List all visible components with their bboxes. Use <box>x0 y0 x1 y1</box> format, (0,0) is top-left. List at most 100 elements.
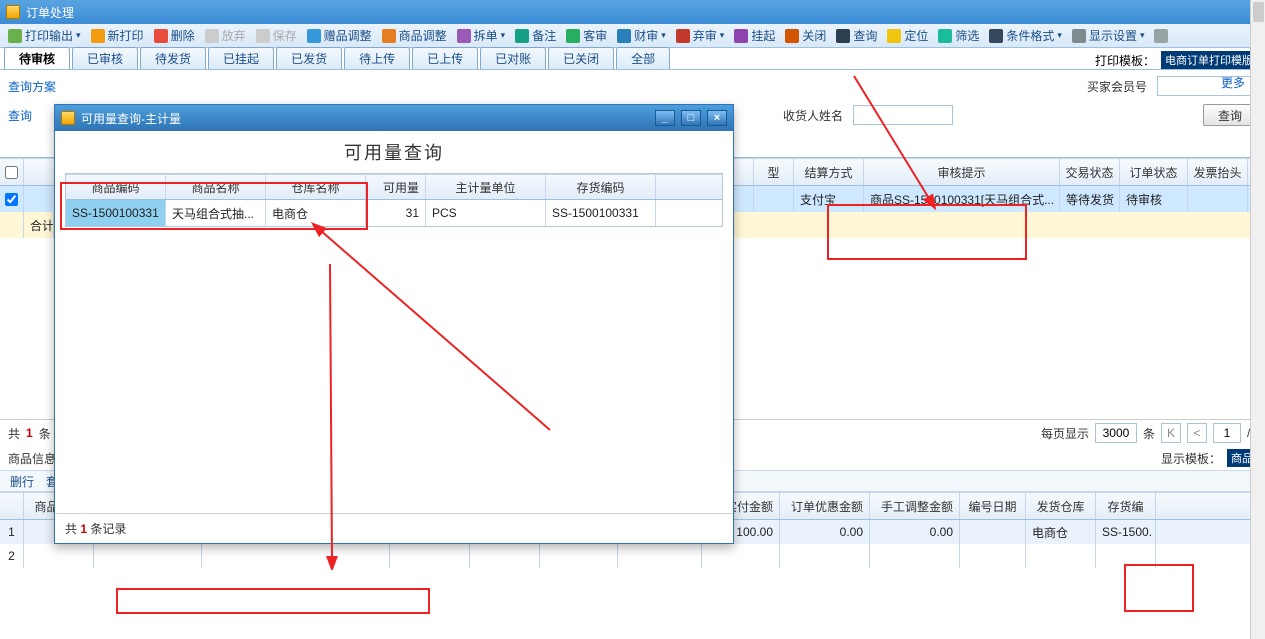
drow-adjust: 0.00 <box>870 520 960 544</box>
receiver-input[interactable] <box>853 105 953 125</box>
qhdr-code[interactable]: 商品编码 <box>66 175 166 199</box>
print-template-value[interactable]: 电商订单打印模版 <box>1161 51 1257 69</box>
page-input[interactable] <box>1213 423 1241 443</box>
tb-hold[interactable]: 挂起 <box>730 26 779 45</box>
hdr-order[interactable]: 订单状态 <box>1120 159 1188 185</box>
tab-pending-upload[interactable]: 待上传 <box>344 47 410 69</box>
dialog-row[interactable]: SS-1500100331 天马组合式抽... 电商仓 31 PCS SS-15… <box>66 200 722 226</box>
drow-discount: 0.00 <box>780 520 870 544</box>
window-title: 订单处理 <box>26 4 74 21</box>
dialog-icon <box>61 111 75 125</box>
hdr-invoice[interactable]: 发票抬头 <box>1188 159 1248 185</box>
prev-page-button[interactable]: < <box>1187 423 1207 443</box>
qhdr-name[interactable]: 商品名称 <box>166 175 266 199</box>
query-scheme-link[interactable]: 查询方案 <box>8 78 56 95</box>
tb-discard[interactable]: 放弃 <box>201 26 250 45</box>
qhdr-inventory[interactable]: 存货编码 <box>546 175 656 199</box>
tb-close[interactable]: 关闭 <box>781 26 830 45</box>
hdr-trade[interactable]: 交易状态 <box>1060 159 1120 185</box>
tb-query[interactable]: 查询 <box>832 26 881 45</box>
more-link[interactable]: 更多 <box>1221 74 1245 91</box>
tab-reconciled[interactable]: 已对账 <box>480 47 546 69</box>
qcell-code: SS-1500100331 <box>66 200 166 226</box>
dialog-heading: 可用量查询 <box>65 139 723 165</box>
dialog-title-bar[interactable]: 可用量查询-主计量 _ □ × <box>55 105 733 131</box>
tb-cond-format[interactable]: 条件格式▾ <box>985 26 1066 45</box>
buyer-id-label: 买家会员号 <box>1087 78 1147 95</box>
hdr-type[interactable]: 型 <box>754 159 794 185</box>
vertical-scrollbar[interactable] <box>1250 0 1265 639</box>
qcell-unit: PCS <box>426 200 546 226</box>
app-icon <box>6 5 20 19</box>
tab-uploaded[interactable]: 已上传 <box>412 47 478 69</box>
cell-settle: 支付宝 <box>794 186 864 212</box>
tab-shipped[interactable]: 已发货 <box>276 47 342 69</box>
drow-stock: SS-1500. <box>1096 520 1156 544</box>
select-all-checkbox[interactable] <box>5 166 18 179</box>
tab-held[interactable]: 已挂起 <box>208 47 274 69</box>
row-checkbox[interactable] <box>5 193 18 206</box>
tab-pending-audit[interactable]: 待审核 <box>4 47 70 69</box>
detail-row[interactable]: 2 <box>0 544 1265 568</box>
tb-cust-audit[interactable]: 客审 <box>562 26 611 45</box>
tb-unaudit[interactable]: 弃审▾ <box>672 26 729 45</box>
qcell-avail: 31 <box>366 200 426 226</box>
dhdr-discount[interactable]: 订单优惠金额 <box>780 493 870 519</box>
per-page-unit: 条 <box>1143 425 1155 442</box>
tb-gift-adjust[interactable]: 赠品调整 <box>303 26 376 45</box>
dialog-maximize-button[interactable]: □ <box>681 110 701 126</box>
avail-query-dialog: 可用量查询-主计量 _ □ × 可用量查询 商品编码 商品名称 仓库名称 可用量… <box>54 104 734 544</box>
dialog-close-button[interactable]: × <box>707 110 727 126</box>
qhdr-unit[interactable]: 主计量单位 <box>426 175 546 199</box>
tab-closed[interactable]: 已关闭 <box>548 47 614 69</box>
detail-tpl-label: 显示模板： <box>1161 450 1221 467</box>
dialog-footer: 共 1 条记录 <box>55 513 733 543</box>
tb-filter[interactable]: 筛选 <box>934 26 983 45</box>
hdr-settle[interactable]: 结算方式 <box>794 159 864 185</box>
dhdr-date[interactable]: 编号日期 <box>960 493 1026 519</box>
dialog-minimize-button[interactable]: _ <box>655 110 675 126</box>
window-title-bar: 订单处理 <box>0 0 1265 24</box>
scrollbar-thumb[interactable] <box>1253 2 1264 22</box>
tb-fin-audit[interactable]: 财审▾ <box>613 26 670 45</box>
first-page-button[interactable]: K <box>1161 423 1181 443</box>
cell-trade: 等待发货 <box>1060 186 1120 212</box>
tb-new-print[interactable]: 新打印 <box>87 26 148 45</box>
total-count: 1 <box>26 426 33 440</box>
query-link[interactable]: 查询 <box>8 107 32 124</box>
tb-split[interactable]: 拆单▾ <box>453 26 510 45</box>
hdr-audit[interactable]: 审核提示 <box>864 159 1060 185</box>
per-page-label: 每页显示 <box>1041 425 1089 442</box>
qhdr-warehouse[interactable]: 仓库名称 <box>266 175 366 199</box>
dlg-foot-prefix: 共 <box>65 522 77 536</box>
qcell-warehouse: 电商仓 <box>266 200 366 226</box>
tb-display-settings[interactable]: 显示设置▾ <box>1068 26 1149 45</box>
tb-delete[interactable]: 删除 <box>150 26 199 45</box>
hdr-checkbox[interactable] <box>0 159 24 185</box>
dhdr-adjust[interactable]: 手工调整金额 <box>870 493 960 519</box>
tab-pending-ship[interactable]: 待发货 <box>140 47 206 69</box>
qhdr-avail[interactable]: 可用量 <box>366 175 426 199</box>
tb-locate[interactable]: 定位 <box>883 26 932 45</box>
tb-print-output[interactable]: 打印输出▾ <box>4 26 85 45</box>
qcell-name: 天马组合式抽... <box>166 200 266 226</box>
qcell-inventory: SS-1500100331 <box>546 200 656 226</box>
cell-type <box>754 186 794 212</box>
cell-order: 待审核 <box>1120 186 1188 212</box>
tb-remark[interactable]: 备注 <box>511 26 560 45</box>
tb-save[interactable]: 保存 <box>252 26 301 45</box>
dialog-title: 可用量查询-主计量 <box>81 110 181 127</box>
tab-audited[interactable]: 已审核 <box>72 47 138 69</box>
per-page-input[interactable] <box>1095 423 1137 443</box>
annotation-box <box>1124 564 1194 612</box>
drow-date <box>960 520 1026 544</box>
dhdr-stock[interactable]: 存货编 <box>1096 493 1156 519</box>
print-template-area: 打印模板： 电商订单打印模版 <box>1095 51 1261 69</box>
main-toolbar: 打印输出▾ 新打印 删除 放弃 保存 赠品调整 商品调整 拆单▾ 备注 客审 财… <box>0 24 1265 48</box>
search-button[interactable]: 查询 <box>1203 104 1257 126</box>
dt-delete-row[interactable]: 删行 <box>10 473 34 490</box>
tb-more[interactable] <box>1150 28 1172 44</box>
dhdr-warehouse[interactable]: 发货仓库 <box>1026 493 1096 519</box>
tab-all[interactable]: 全部 <box>616 47 670 69</box>
tb-product-adjust[interactable]: 商品调整 <box>378 26 451 45</box>
